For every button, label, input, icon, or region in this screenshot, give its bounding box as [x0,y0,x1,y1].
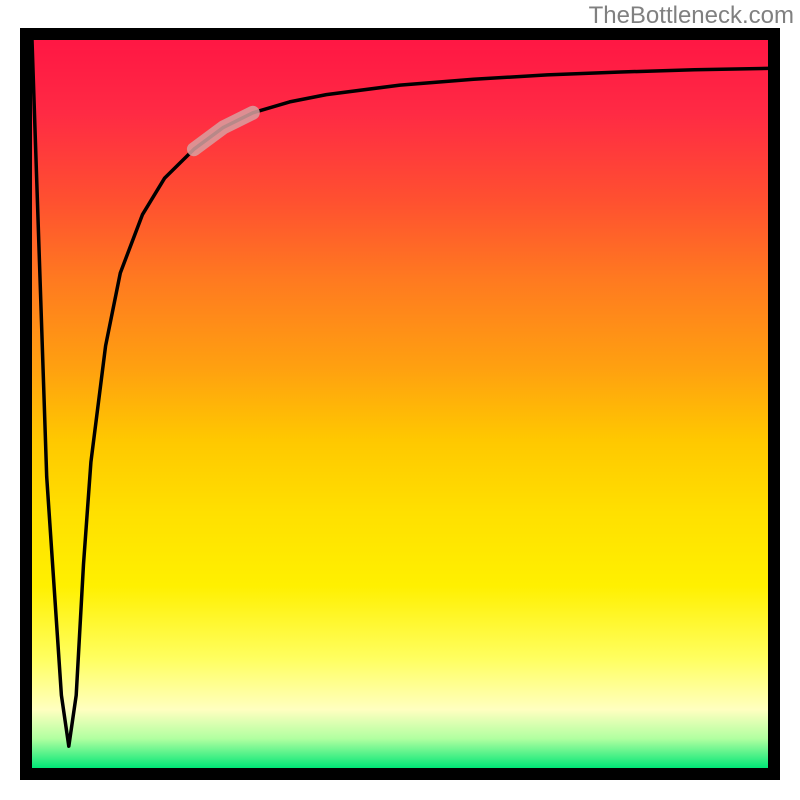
plot-area [20,28,780,780]
highlight-segment [194,113,253,149]
chart-container: TheBottleneck.com [0,0,800,800]
watermark-text: TheBottleneck.com [589,2,794,30]
bottleneck-curve [32,40,768,746]
curve-svg [32,40,768,768]
